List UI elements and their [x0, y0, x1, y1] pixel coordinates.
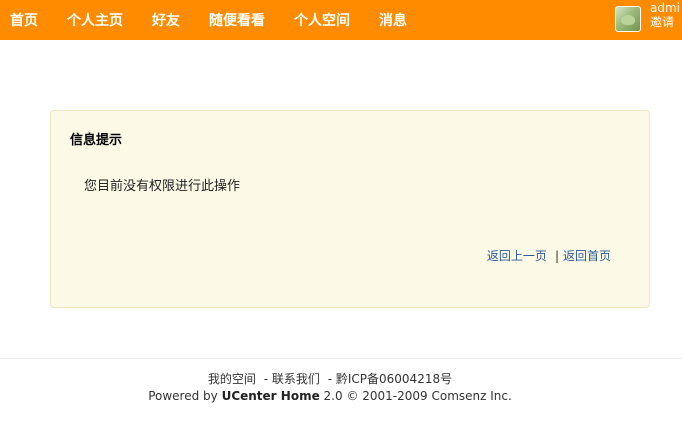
message-title: 信息提示 [70, 133, 123, 148]
link-separator: | [554, 249, 559, 263]
footer-my-space-link[interactable]: 我的空间 [208, 372, 256, 386]
nav-friends[interactable]: 好友 [152, 10, 180, 30]
nav-home[interactable]: 首页 [10, 10, 38, 30]
version-copyright: 2.0 © 2001-2009 Comsenz Inc. [323, 389, 512, 403]
username-link[interactable]: admi [650, 1, 682, 15]
product-name-link[interactable]: UCenter Home [222, 389, 320, 403]
invite-link[interactable]: 邀请 [650, 15, 682, 29]
avatar-image-icon [621, 15, 635, 25]
message-box: 信息提示 您目前没有权限进行此操作 返回上一页 | 返回首页 [50, 110, 650, 308]
main-nav: 首页 个人主页 好友 随便看看 个人空间 消息 [0, 0, 426, 40]
footer-links: 我的空间 - 联系我们 - 黔ICP备06004218号 [0, 370, 660, 387]
footer-icp-link[interactable]: - 黔ICP备06004218号 [328, 372, 452, 386]
top-nav-bar: 首页 个人主页 好友 随便看看 个人空间 消息 admi 邀请 [0, 0, 682, 40]
nav-my-space[interactable]: 个人空间 [294, 10, 350, 30]
footer-contact-link[interactable]: - 联系我们 [264, 372, 320, 386]
user-avatar[interactable] [615, 6, 641, 32]
message-links: 返回上一页 | 返回首页 [487, 247, 611, 264]
footer-divider [0, 358, 682, 359]
back-link[interactable]: 返回上一页 [487, 249, 547, 263]
message-text: 您目前没有权限进行此操作 [84, 179, 241, 194]
home-link[interactable]: 返回首页 [563, 249, 611, 263]
nav-my-homepage[interactable]: 个人主页 [67, 10, 123, 30]
powered-prefix: Powered by [148, 389, 218, 403]
nav-browse[interactable]: 随便看看 [209, 10, 265, 30]
footer-credit: Powered by UCenter Home 2.0 © 2001-2009 … [0, 389, 660, 403]
user-block: admi 邀请 [650, 1, 682, 29]
nav-messages[interactable]: 消息 [379, 10, 407, 30]
